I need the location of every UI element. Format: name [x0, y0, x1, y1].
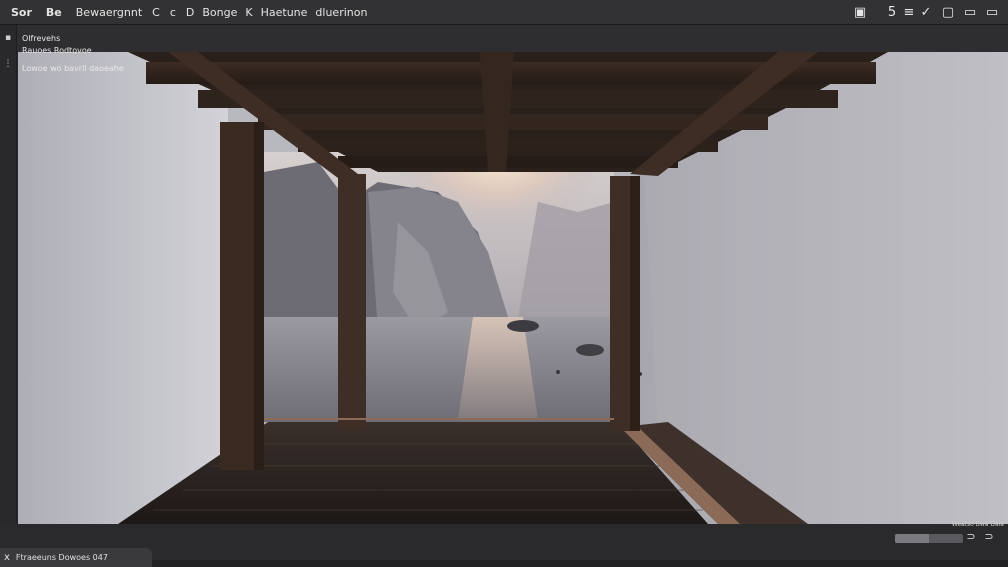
menu-item-bewaergnnt[interactable]: Bewaergnnt [73, 6, 145, 19]
split-icon[interactable]: 5 [882, 3, 902, 21]
panel-icon[interactable]: ▣ [850, 3, 870, 21]
select-tool-icon[interactable]: ▪ [3, 33, 13, 43]
menu-item-bonge[interactable]: Bonge [199, 6, 240, 19]
menu-item-c[interactable]: C [149, 6, 163, 19]
info-line-2: Rauoes Rodtovoe [22, 46, 92, 55]
window-icon[interactable]: ▭ [960, 3, 980, 21]
menu-item-c2[interactable]: c [167, 6, 179, 19]
status-close-icon[interactable]: x [4, 552, 10, 563]
menu-item-k[interactable]: K [242, 6, 255, 19]
status-bar: x Ftraeeuns Dowoes 047 [0, 548, 152, 567]
menu-item-haetune[interactable]: Haetune [258, 6, 311, 19]
edit-icon[interactable]: ≡ [904, 3, 915, 21]
maximize-icon[interactable]: ▭ [982, 3, 1002, 21]
info-line-3: Lowoe wo bavrll daoeahe [22, 64, 124, 73]
left-tool-strip: ▪ ⋮ [0, 25, 17, 545]
scene-render [18, 52, 1008, 524]
menu-item-dluerinon[interactable]: dluerinon [312, 6, 370, 19]
info-line-1: Olfrevehs [22, 34, 61, 43]
next-frame-icon[interactable]: ⊃ [982, 530, 996, 544]
nav-label: Weatso Bwa Daia [951, 521, 1004, 528]
move-tool-icon[interactable]: ⋮ [3, 59, 13, 69]
timeline-slider-fill [895, 534, 929, 543]
status-text: Ftraeeuns Dowoes 047 [15, 553, 108, 562]
menu-bar: Sor Be Bewaergnnt C c D Bonge K Haetune … [0, 0, 1008, 25]
menu-item-be[interactable]: Be [43, 6, 65, 19]
check-icon[interactable]: ✓ [916, 3, 936, 21]
menu-item-sor[interactable]: Sor [8, 6, 35, 19]
render-viewport[interactable] [18, 52, 1008, 524]
toolbar-icons: ▣ 5 ≡ ✓ ▢ ▭ ▭ [848, 2, 1002, 22]
menu-item-d[interactable]: D [183, 6, 197, 19]
prev-frame-icon[interactable]: ⊃ [964, 530, 978, 544]
timeline-slider[interactable] [895, 534, 963, 543]
frame-icon[interactable]: ▢ [938, 3, 958, 21]
secondary-toolbar [0, 25, 1008, 52]
